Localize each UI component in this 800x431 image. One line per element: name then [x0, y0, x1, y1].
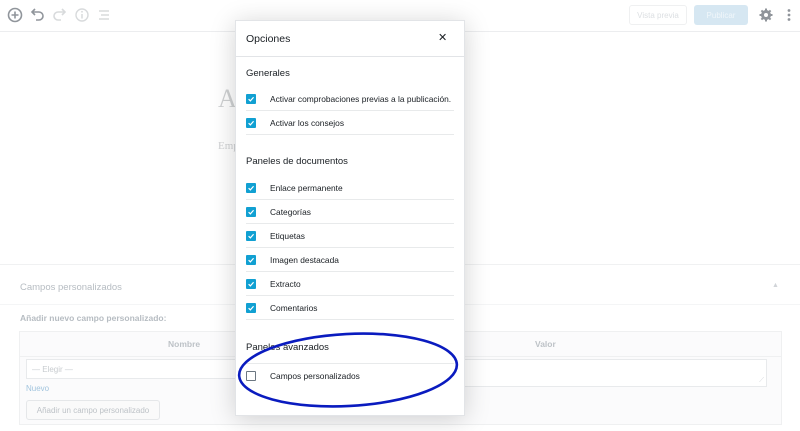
option-tags[interactable]: Etiquetas [246, 224, 454, 248]
section-heading-general: Generales [246, 68, 290, 79]
option-label: Imagen destacada [270, 254, 339, 265]
option-label: Etiquetas [270, 230, 305, 241]
checkbox-checked-icon[interactable] [246, 182, 256, 193]
options-modal: Opciones ✕ Generales Activar comprobacio… [235, 20, 465, 416]
option-permalink[interactable]: Enlace permanente [246, 176, 454, 200]
section-heading-document: Paneles de documentos [246, 156, 348, 167]
option-label: Categorías [270, 206, 311, 217]
checkbox-checked-icon[interactable] [246, 230, 256, 241]
option-featured-image[interactable]: Imagen destacada [246, 248, 454, 272]
checkbox-checked-icon[interactable] [246, 278, 256, 289]
option-prepublish-checks[interactable]: Activar comprobaciones previas a la publ… [246, 87, 454, 111]
option-excerpt[interactable]: Extracto [246, 272, 454, 296]
checkbox-checked-icon[interactable] [246, 254, 256, 265]
checkbox-checked-icon[interactable] [246, 117, 256, 128]
checkbox-checked-icon[interactable] [246, 206, 256, 217]
option-label: Activar comprobaciones previas a la publ… [270, 93, 452, 104]
option-label: Comentarios [270, 302, 318, 313]
option-categories[interactable]: Categorías [246, 200, 454, 224]
option-label: Enlace permanente [270, 182, 343, 193]
modal-title: Opciones [246, 33, 291, 45]
close-icon[interactable]: ✕ [438, 32, 447, 44]
checkbox-checked-icon[interactable] [246, 93, 256, 104]
option-label: Activar los consejos [270, 117, 345, 128]
checkbox-checked-icon[interactable] [246, 302, 256, 313]
checkbox-unchecked-icon[interactable] [246, 370, 256, 381]
option-label: Extracto [270, 278, 301, 289]
option-tips[interactable]: Activar los consejos [246, 111, 454, 135]
option-comments[interactable]: Comentarios [246, 296, 454, 320]
modal-header: Opciones ✕ [236, 21, 464, 57]
section-heading-advanced: Paneles avanzados [246, 342, 329, 353]
option-custom-fields[interactable]: Campos personalizados [246, 363, 454, 387]
option-label: Campos personalizados [270, 370, 360, 381]
